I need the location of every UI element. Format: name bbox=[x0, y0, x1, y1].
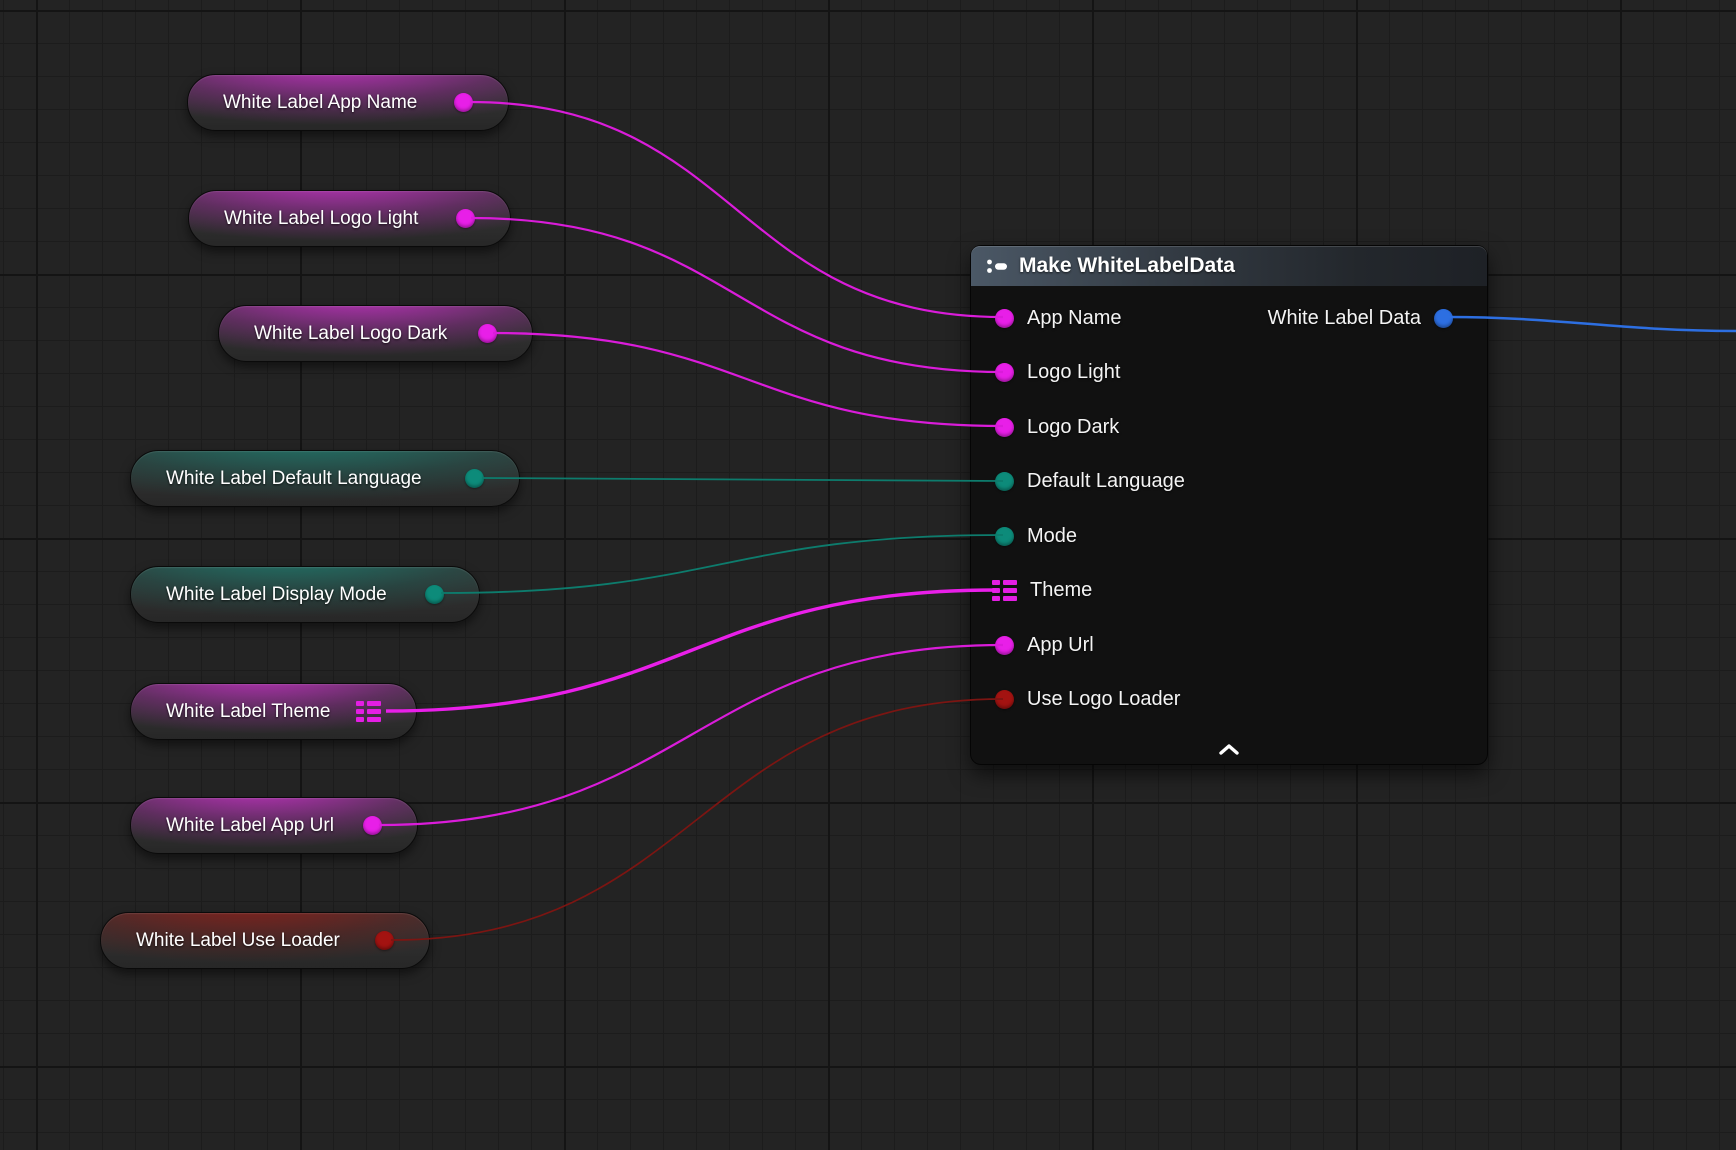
variable-label: White Label App Url bbox=[166, 815, 334, 837]
input-label: Mode bbox=[1027, 525, 1077, 548]
variable-node-white-label-use-loader[interactable]: White Label Use Loader bbox=[100, 912, 430, 969]
wire-logo-light[interactable] bbox=[471, 218, 1003, 372]
input-pin-app-name[interactable] bbox=[995, 309, 1014, 328]
input-label: Theme bbox=[1030, 579, 1092, 602]
output-row-white-label-data: White Label Data bbox=[1268, 291, 1487, 346]
input-pin-default-language[interactable] bbox=[995, 472, 1014, 491]
enum-output-pin[interactable] bbox=[425, 585, 444, 604]
struct-output-pin[interactable] bbox=[1434, 309, 1453, 328]
input-pin-use-logo-loader[interactable] bbox=[995, 690, 1014, 709]
input-pin-theme-map-grid-icon[interactable] bbox=[992, 580, 1017, 601]
input-row-mode: Mode bbox=[971, 509, 1487, 564]
node-header[interactable]: Make WhiteLabelData bbox=[971, 246, 1487, 286]
input-row-app-url: App Url bbox=[971, 618, 1487, 673]
output-label: White Label Data bbox=[1268, 307, 1421, 330]
input-row-theme: Theme bbox=[971, 564, 1487, 619]
variable-label: White Label App Name bbox=[223, 92, 417, 114]
input-row-use-logo-loader: Use Logo Loader bbox=[971, 673, 1487, 728]
input-pin-app-url[interactable] bbox=[995, 636, 1014, 655]
variable-node-white-label-logo-light[interactable]: White Label Logo Light bbox=[188, 190, 511, 247]
collapse-button[interactable] bbox=[1207, 740, 1251, 759]
blueprint-canvas[interactable]: White Label App Name White Label Logo Li… bbox=[0, 0, 1736, 1150]
wire-logo-dark[interactable] bbox=[493, 333, 1003, 426]
variable-label: White Label Use Loader bbox=[136, 930, 340, 952]
input-pin-logo-dark[interactable] bbox=[995, 418, 1014, 437]
wire-theme[interactable] bbox=[386, 590, 996, 711]
wire-white-label-data[interactable] bbox=[1447, 317, 1736, 331]
string-output-pin[interactable] bbox=[363, 816, 382, 835]
variable-node-white-label-default-language[interactable]: White Label Default Language bbox=[130, 450, 520, 507]
bool-output-pin[interactable] bbox=[375, 931, 394, 950]
wire-app-name[interactable] bbox=[470, 102, 1003, 317]
variable-label: White Label Theme bbox=[166, 701, 330, 723]
input-label: Default Language bbox=[1027, 470, 1185, 493]
variable-node-white-label-theme[interactable]: White Label Theme bbox=[130, 683, 417, 740]
make-whitelabeldata-node[interactable]: Make WhiteLabelData App Name Logo Light … bbox=[970, 245, 1488, 765]
wire-app-url[interactable] bbox=[379, 645, 1003, 825]
node-title: Make WhiteLabelData bbox=[1019, 254, 1235, 278]
chevron-up-icon bbox=[1217, 743, 1241, 756]
input-label: App Url bbox=[1027, 634, 1094, 657]
input-pin-logo-light[interactable] bbox=[995, 363, 1014, 382]
string-output-pin[interactable] bbox=[456, 209, 475, 228]
wire-mode[interactable] bbox=[441, 535, 1003, 593]
make-struct-icon bbox=[985, 257, 1009, 276]
input-label: Logo Dark bbox=[1027, 416, 1119, 439]
string-output-pin[interactable] bbox=[478, 324, 497, 343]
wire-default-language[interactable] bbox=[482, 478, 1003, 481]
variable-node-white-label-display-mode[interactable]: White Label Display Mode bbox=[130, 566, 480, 623]
input-pin-list: App Name Logo Light Logo Dark Default La… bbox=[971, 286, 1487, 727]
variable-label: White Label Logo Dark bbox=[254, 323, 447, 345]
enum-output-pin[interactable] bbox=[465, 469, 484, 488]
variable-node-white-label-logo-dark[interactable]: White Label Logo Dark bbox=[218, 305, 533, 362]
input-label: Logo Light bbox=[1027, 361, 1120, 384]
input-row-logo-dark: Logo Dark bbox=[971, 400, 1487, 455]
variable-node-white-label-app-url[interactable]: White Label App Url bbox=[130, 797, 418, 854]
string-output-pin[interactable] bbox=[454, 93, 473, 112]
input-label: Use Logo Loader bbox=[1027, 688, 1180, 711]
variable-label: White Label Default Language bbox=[166, 468, 422, 490]
wire-use-logo-loader[interactable] bbox=[391, 699, 1003, 940]
input-label: App Name bbox=[1027, 307, 1122, 330]
input-row-default-language: Default Language bbox=[971, 455, 1487, 510]
map-grid-icon[interactable] bbox=[356, 701, 381, 722]
variable-label: White Label Display Mode bbox=[166, 584, 387, 606]
input-row-logo-light: Logo Light bbox=[971, 346, 1487, 401]
input-pin-mode[interactable] bbox=[995, 527, 1014, 546]
variable-node-white-label-app-name[interactable]: White Label App Name bbox=[187, 74, 509, 131]
variable-label: White Label Logo Light bbox=[224, 208, 418, 230]
